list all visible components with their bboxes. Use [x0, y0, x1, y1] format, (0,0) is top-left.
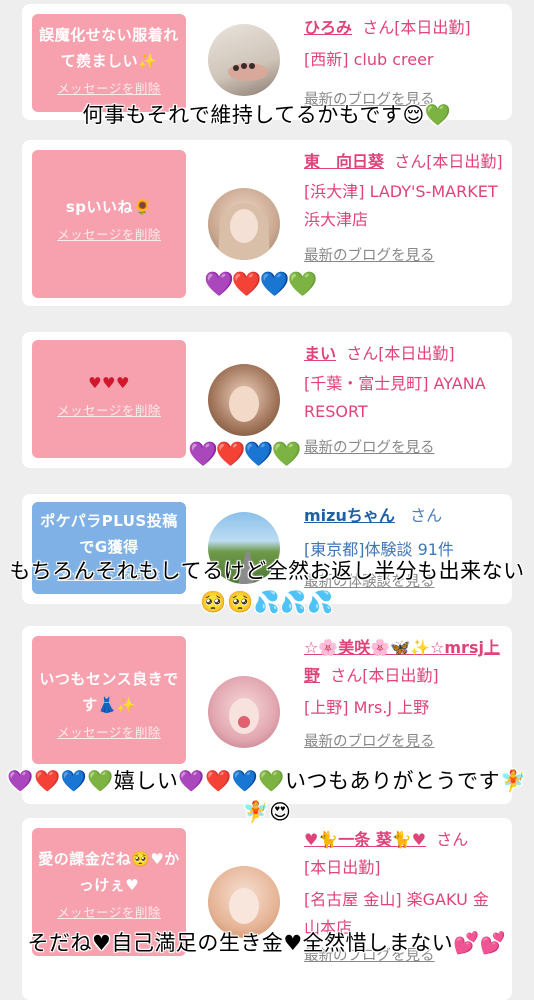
cast-status: さん	[410, 506, 443, 525]
cast-name-link[interactable]: 東 向日葵	[304, 152, 384, 171]
message-bubble: spいいね🌻 メッセージを削除	[32, 150, 186, 298]
shop-name[interactable]: [千葉・富士見町] AYANA RESORT	[304, 370, 504, 426]
message-bubble: 誤魔化せない服着れて羨ましい✨ メッセージを削除	[32, 14, 186, 112]
cast-name-link[interactable]: ♥🐈一条 葵🐈♥	[304, 830, 426, 849]
message-bubble: いつもセンス良きです👗✨ メッセージを削除	[32, 636, 186, 764]
message-card: 愛の課金だね🥺♥かっけぇ♥ メッセージを削除 ♥🐈一条 葵🐈♥ さん [本日出勤…	[22, 818, 512, 1000]
cast-info: ひろみ さん[本日出勤] [西新] club creer 最新のブログを見る	[304, 14, 504, 114]
message-text: いつもセンス良きです👗✨	[39, 670, 179, 714]
cast-info: 東 向日葵 さん[本日出勤] [浜大津] LADY'S-MARKET 浜大津店 …	[304, 148, 504, 270]
message-text: 誤魔化せない服着れて羨ましい✨	[39, 26, 179, 70]
shift-status: [本日出勤]	[304, 858, 381, 877]
avatar[interactable]	[208, 188, 280, 260]
message-bubble: ♥♥♥ メッセージを削除	[32, 340, 186, 458]
delete-message-link[interactable]: メッセージを削除	[32, 78, 186, 97]
heart-emoji-row: 💜❤️💙💚	[204, 270, 318, 298]
cast-name-link[interactable]: ひろみ	[304, 18, 352, 37]
message-text: ポケパラPLUS投稿でG獲得	[40, 512, 178, 556]
avatar[interactable]	[208, 676, 280, 748]
cast-status: さん[本日出勤]	[346, 344, 455, 363]
delete-message-link[interactable]: メッセージを削除	[32, 400, 186, 419]
overlay-caption: もちろんそれもしてるけど全然お返し半分も出来ない🥺🥺💦💦💦	[9, 559, 525, 614]
cast-info: まい さん[本日出勤] [千葉・富士見町] AYANA RESORT 最新のブロ…	[304, 340, 504, 462]
heart-emoji-row: 💜❤️💙💚	[188, 440, 302, 468]
cast-status: さん[本日出勤]	[362, 18, 471, 37]
shop-name[interactable]: [浜大津] LADY'S-MARKET 浜大津店	[304, 178, 504, 234]
cast-name-link[interactable]: mizuちゃん	[304, 506, 395, 525]
overlay-caption: 何事もそれで維持してるかもです😌💚	[82, 103, 452, 127]
cast-status: さん	[436, 830, 469, 849]
overlay-caption: 💜❤️💙💚嬉しい💜❤️💙💚いつもありがとうです🧚🧚😍	[7, 769, 527, 824]
shop-name[interactable]: [西新] club creer	[304, 46, 504, 74]
cast-name-link[interactable]: まい	[304, 344, 336, 363]
message-text: spいいね🌻	[65, 198, 153, 216]
delete-message-link[interactable]: メッセージを削除	[32, 722, 186, 741]
avatar[interactable]	[208, 24, 280, 96]
avatar-image	[218, 203, 270, 260]
cast-status: さん[本日出勤]	[330, 666, 439, 685]
delete-message-link[interactable]: メッセージを削除	[32, 224, 186, 243]
avatar-image	[228, 63, 268, 81]
blog-link[interactable]: 最新のブログを見る	[304, 434, 504, 462]
cast-status: さん[本日出勤]	[394, 152, 503, 171]
shop-name[interactable]: [上野] Mrs.J 上野	[304, 694, 504, 722]
avatar-image	[229, 386, 259, 422]
overlay-caption: そだね♥自己満足の生き金♥全然惜しまない💕💕	[27, 931, 507, 955]
message-text: 愛の課金だね🥺♥かっけぇ♥	[38, 850, 180, 894]
avatar-image	[229, 698, 259, 734]
blog-link[interactable]: 最新のブログを見る	[304, 728, 504, 756]
message-text: ♥♥♥	[88, 374, 130, 392]
avatar[interactable]	[208, 364, 280, 436]
cast-info: ☆🌸美咲🌸🦋✨☆mrsj上野 さん[本日出勤] [上野] Mrs.J 上野 最新…	[304, 634, 504, 756]
delete-message-link[interactable]: メッセージを削除	[32, 902, 186, 921]
blog-link[interactable]: 最新のブログを見る	[304, 242, 504, 270]
